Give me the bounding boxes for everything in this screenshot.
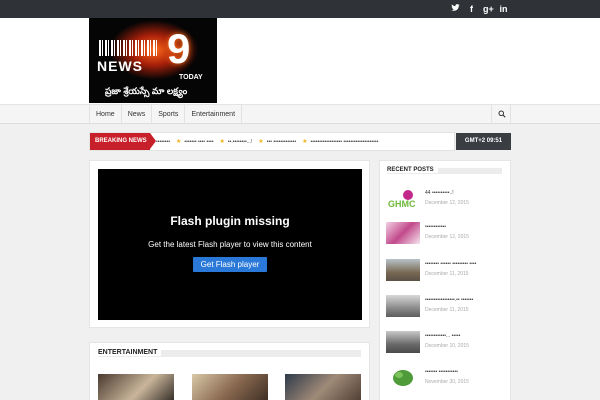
logo-today-text: TODAY — [179, 74, 203, 81]
post-title[interactable]: 44 ••••••••••..! — [425, 190, 454, 196]
post-thumbnail[interactable] — [386, 222, 420, 244]
ticker-item[interactable]: ★ •••••••••••••••••• •••••••••••••••••••• — [302, 138, 378, 146]
post-thumbnail[interactable] — [386, 259, 420, 281]
google-plus-icon[interactable]: g+ — [483, 3, 494, 15]
post-date: December 12, 2015 — [425, 234, 469, 240]
post-date: November 30, 2015 — [425, 379, 469, 385]
nav-menu: Home News Sports Entertainment — [89, 105, 243, 124]
logo-nine-text: 9 — [167, 25, 191, 72]
entertainment-section: ENTERTAINMENT — [89, 342, 370, 400]
list-item[interactable]: ••••••• ••••••••••• November 30, 2015 — [386, 367, 506, 395]
list-item[interactable]: •••••••••••• December 12, 2015 — [386, 222, 506, 250]
twitter-icon[interactable] — [451, 3, 460, 15]
post-date: December 11, 2015 — [425, 271, 469, 277]
post-thumbnail[interactable]: GHMC — [386, 188, 420, 210]
top-bar: f g+ in — [0, 0, 600, 18]
search-button[interactable] — [491, 105, 511, 124]
post-title[interactable]: •••••••• •••••• ••••••••• •••• — [425, 261, 476, 267]
news-ticker: •••••••• ★ ••••••• •••• •••• ★ ••.••••••••… — [156, 133, 452, 150]
flash-missing-subtitle: Get the latest Flash player to view this… — [148, 240, 312, 249]
entertainment-thumbnail[interactable] — [285, 374, 361, 400]
flash-player[interactable]: Flash plugin missing Get the latest Flas… — [98, 169, 362, 320]
list-item[interactable]: GHMC 44 ••••••••••..! December 12, 2015 — [386, 188, 506, 216]
post-title[interactable]: ••••••••••••... ••••• — [425, 333, 460, 339]
post-title[interactable]: ••••••• ••••••••••• — [425, 369, 458, 375]
star-icon: ★ — [302, 139, 308, 145]
star-icon: ★ — [258, 139, 264, 145]
post-date: December 11, 2015 — [425, 307, 469, 313]
nav-item-home[interactable]: Home — [90, 105, 122, 124]
search-icon — [498, 110, 506, 118]
ticker-item[interactable]: ★ ••.••••••••...! — [219, 138, 252, 146]
star-icon: ★ — [219, 139, 225, 145]
nav-item-sports[interactable]: Sports — [152, 105, 186, 124]
star-icon: ★ — [176, 139, 182, 145]
flash-missing-title: Flash plugin missing — [170, 214, 290, 228]
linkedin-icon[interactable]: in — [499, 3, 508, 15]
nav-item-entertainment[interactable]: Entertainment — [185, 105, 243, 124]
time-display: GMT+2 09:51 — [456, 133, 511, 150]
logo-tagline: ప్రజా శ్రేయస్సే మా లక్ష్యం — [105, 86, 188, 96]
post-thumbnail[interactable] — [386, 295, 420, 317]
post-title[interactable]: •••••••••••• — [425, 224, 446, 230]
main-nav: Home News Sports Entertainment — [0, 104, 600, 124]
list-item[interactable]: •••••••• •••••• ••••••••• •••• December … — [386, 259, 506, 287]
entertainment-thumbnail[interactable] — [192, 374, 268, 400]
svg-text:GHMC: GHMC — [388, 199, 416, 209]
list-item[interactable]: ••••••••••••... ••••• December 10, 2015 — [386, 331, 506, 359]
breaking-news-label: BREAKING NEWS — [90, 133, 156, 150]
post-title[interactable]: •••••••••••••••••.•• ••••••• — [425, 297, 473, 303]
social-links: f g+ in — [451, 3, 508, 15]
ticker-item[interactable]: ★ ••• ••••••••••••• — [258, 138, 296, 146]
site-logo[interactable]: NEWS 9 TODAY ప్రజా శ్రేయస్సే మా లక్ష్యం — [89, 18, 217, 103]
barcode-icon — [99, 40, 159, 56]
logo-news-text: NEWS — [97, 58, 143, 74]
list-item[interactable]: •••••••••••••••••.•• ••••••• December 11… — [386, 295, 506, 323]
post-date: December 12, 2015 — [425, 200, 469, 206]
post-date: December 10, 2015 — [425, 343, 469, 349]
get-flash-button[interactable]: Get Flash player — [193, 257, 267, 272]
ticker-item[interactable]: •••••••• — [156, 139, 170, 145]
nav-item-news[interactable]: News — [122, 105, 153, 124]
ticker-item[interactable]: ★ ••••••• •••• •••• — [176, 138, 213, 146]
post-thumbnail[interactable] — [386, 367, 420, 389]
featured-video-box: Flash plugin missing Get the latest Flas… — [89, 160, 370, 328]
site-header: NEWS 9 TODAY ప్రజా శ్రేయస్సే మా లక్ష్యం — [0, 18, 600, 104]
breaking-news-bar: BREAKING NEWS •••••••• ★ ••••••• •••• •••… — [89, 132, 455, 151]
entertainment-title[interactable]: ENTERTAINMENT — [98, 349, 162, 356]
entertainment-thumbnail[interactable] — [98, 374, 174, 400]
post-thumbnail[interactable] — [386, 331, 420, 353]
recent-posts-widget: RECENT POSTS GHMC 44 ••••••••••..! Decem… — [379, 160, 511, 400]
facebook-icon[interactable]: f — [467, 3, 476, 15]
recent-posts-title: RECENT POSTS — [387, 167, 438, 173]
